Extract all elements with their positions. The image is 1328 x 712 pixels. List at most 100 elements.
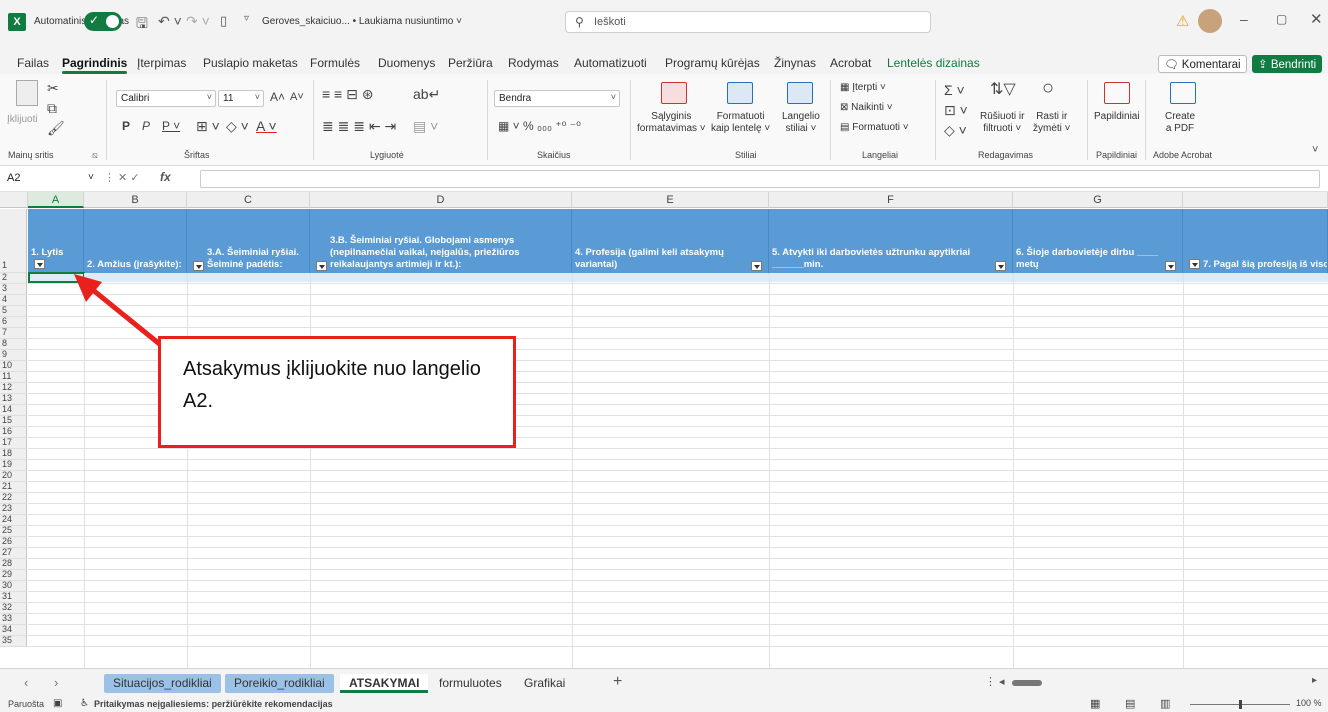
wrap-text-icon[interactable]: ab↵ [413,86,440,102]
addins-button[interactable]: Papildiniai [1094,111,1140,123]
tab-view[interactable]: Rodymas [508,56,559,70]
save-icon[interactable]: 🖫 [136,13,148,37]
page-icon[interactable]: ▯ [220,13,227,29]
align-left-icon[interactable]: ≣ ≣ ≣ ⇤ ⇥ [322,118,396,134]
clear-icon[interactable]: ◇ ˅ [944,122,967,138]
column-header-d[interactable]: D [310,192,572,208]
warning-icon[interactable]: ⚠ [1176,12,1189,30]
tab-data[interactable]: Duomenys [378,56,435,70]
collapse-ribbon-icon[interactable]: ˅ [1312,142,1318,158]
filter-dropdown-icon[interactable] [1189,259,1200,270]
restore-icon[interactable]: ▢ [1276,12,1287,26]
font-color-icon[interactable]: A ˅ [256,118,277,134]
conditional-formatting-button[interactable]: Sąlyginis formatavimas ˅ [637,111,706,135]
align-top-icon[interactable]: ≡ ≡ ⊟ ⊛ [322,86,373,102]
filter-dropdown-icon[interactable] [995,261,1006,271]
redo-icon[interactable]: ↷ ˅ [186,13,210,30]
prev-sheet-icon[interactable]: ‹ [24,675,28,690]
row-header-35[interactable]: 35 [0,636,27,647]
scroll-right-icon[interactable]: ▸ [1312,675,1317,686]
create-pdf-icon[interactable] [1170,82,1196,104]
font-name-select[interactable]: Calibri ˅ [116,90,216,107]
fx-icon[interactable]: fx [160,170,171,184]
copy-icon[interactable]: ⧉ [47,100,57,116]
fill-icon[interactable]: ⊡ ˅ [944,102,968,118]
filter-dropdown-icon[interactable] [751,261,762,271]
cut-icon[interactable]: ✂ [47,80,59,96]
column-header-e[interactable]: E [572,192,769,208]
column-header-g[interactable]: G [1013,192,1183,208]
close-icon[interactable]: ✕ [1310,10,1323,28]
conditional-formatting-icon[interactable] [661,82,687,104]
tab-automate[interactable]: Automatizuoti [574,56,647,70]
accessibility-icon[interactable]: ♿ [80,698,89,709]
paste-icon[interactable] [16,80,38,106]
currency-icon[interactable]: ▦ ˅ % ₀₀₀ ⁺⁰ ⁻⁰ [498,118,581,134]
avatar[interactable] [1198,9,1222,33]
tab-insert[interactable]: Įterpimas [137,56,186,70]
header-cell-globojami[interactable]: 3.B. Šeiminiai ryšiai. Globojami asmenys… [310,209,572,273]
header-cell-darboviete[interactable]: 6. Šioje darbovietėje dirbu ____ metų [1013,209,1183,273]
create-pdf-button[interactable]: Create a PDF [1165,111,1195,135]
tab-page-layout[interactable]: Puslapio maketas [203,56,298,70]
merge-icon[interactable]: ▤ ˅ [413,118,438,134]
search-box[interactable]: ⚲ Ieškoti [565,11,931,33]
format-as-table-icon[interactable] [727,82,753,104]
column-header-f[interactable]: F [769,192,1013,208]
page-break-view-icon[interactable]: ▥ [1160,697,1170,710]
italic-icon[interactable]: P [142,118,150,134]
find-select-button[interactable]: Rasti ir žymėti ˅ [1033,111,1071,135]
formula-input[interactable] [200,170,1320,188]
tab-help[interactable]: Žinynas [774,56,816,70]
tab-table-design[interactable]: Lentelės dizainas [887,56,980,70]
sort-filter-button[interactable]: Rūšiuoti ir filtruoti ˅ [980,111,1024,135]
sheet-tab-formuluotes[interactable]: formuluotes [430,674,511,693]
number-format-select[interactable]: Bendra ˅ [494,90,620,107]
bold-icon[interactable]: P [122,118,130,134]
delete-cells-button[interactable]: ⊠ Naikinti ˅ [840,102,893,114]
autosave-toggle[interactable]: ✓ [84,12,122,31]
next-sheet-icon[interactable]: › [54,675,58,690]
row-header-1[interactable]: 1 [0,209,27,273]
dialog-launcher-icon[interactable]: ⧅ [92,150,98,161]
format-as-table-button[interactable]: Formatuoti kaip lentelę ˅ [711,111,770,135]
zoom-level[interactable]: 100 % [1296,698,1322,708]
tab-formulas[interactable]: Formulės [310,56,360,70]
tab-review[interactable]: Peržiūra [448,56,493,70]
increase-font-icon[interactable]: A˄ [270,89,285,105]
underline-icon[interactable]: P ˅ [162,118,180,134]
sheet-tab-atsakymai[interactable]: ATSAKYMAI [340,674,429,693]
header-cell-pagal-profesija[interactable]: 7. Pagal šią profesiją iš viso [1183,209,1328,273]
addins-icon[interactable] [1104,82,1130,104]
horizontal-scrollbar-thumb[interactable] [1012,680,1042,686]
column-header-b[interactable]: B [84,192,187,208]
filter-dropdown-icon[interactable] [34,259,45,270]
autosum-icon[interactable]: Σ ˅ [944,82,965,98]
share-button[interactable]: ⇪ Bendrinti [1252,55,1323,73]
undo-icon[interactable]: ↶ ˅ [158,13,182,30]
fill-color-icon[interactable]: ◇ ˅ [226,118,249,134]
sheet-tab-situacijos[interactable]: Situacijos_rodikliai [104,674,221,693]
header-cell-atvykti[interactable]: 5. Atvykti iki darbovietės užtrunku apyt… [769,209,1013,273]
select-all-corner[interactable] [0,192,28,208]
comments-button[interactable]: 🗨 Komentarai [1158,55,1247,73]
paste-label[interactable]: Įklijuoti [7,114,38,126]
sheet-tab-grafikai[interactable]: Grafikai [515,674,574,693]
tab-splitter-icon[interactable]: ⋮ ◂ [985,675,1005,688]
insert-cells-button[interactable]: ▦ Įterpti ˅ [840,82,886,94]
document-title[interactable]: Geroves_skaiciuo... • Laukiama nusiuntim… [262,16,462,27]
add-sheet-icon[interactable]: + [613,673,622,691]
page-layout-view-icon[interactable]: ▤ [1125,697,1135,710]
minimize-icon[interactable]: – [1240,11,1248,27]
header-cell-seimine-padetis[interactable]: 3.A. Šeiminiai ryšiai. Šeiminė padėtis: [187,209,310,273]
filter-dropdown-icon[interactable] [1165,261,1176,271]
column-header-h[interactable] [1183,192,1328,208]
tab-developer[interactable]: Programų kūrėjas [665,56,760,70]
format-cells-button[interactable]: ▤ Formatuoti ˅ [840,122,909,134]
cell-styles-button[interactable]: Langelio stiliai ˅ [782,111,820,135]
borders-icon[interactable]: ⊞ ˅ [196,118,220,134]
sheet-tab-poreikio[interactable]: Poreikio_rodikliai [225,674,334,693]
column-header-a[interactable]: A [28,192,84,208]
decrease-font-icon[interactable]: A˅ [290,89,304,105]
macro-icon[interactable]: ▣ [53,698,62,709]
